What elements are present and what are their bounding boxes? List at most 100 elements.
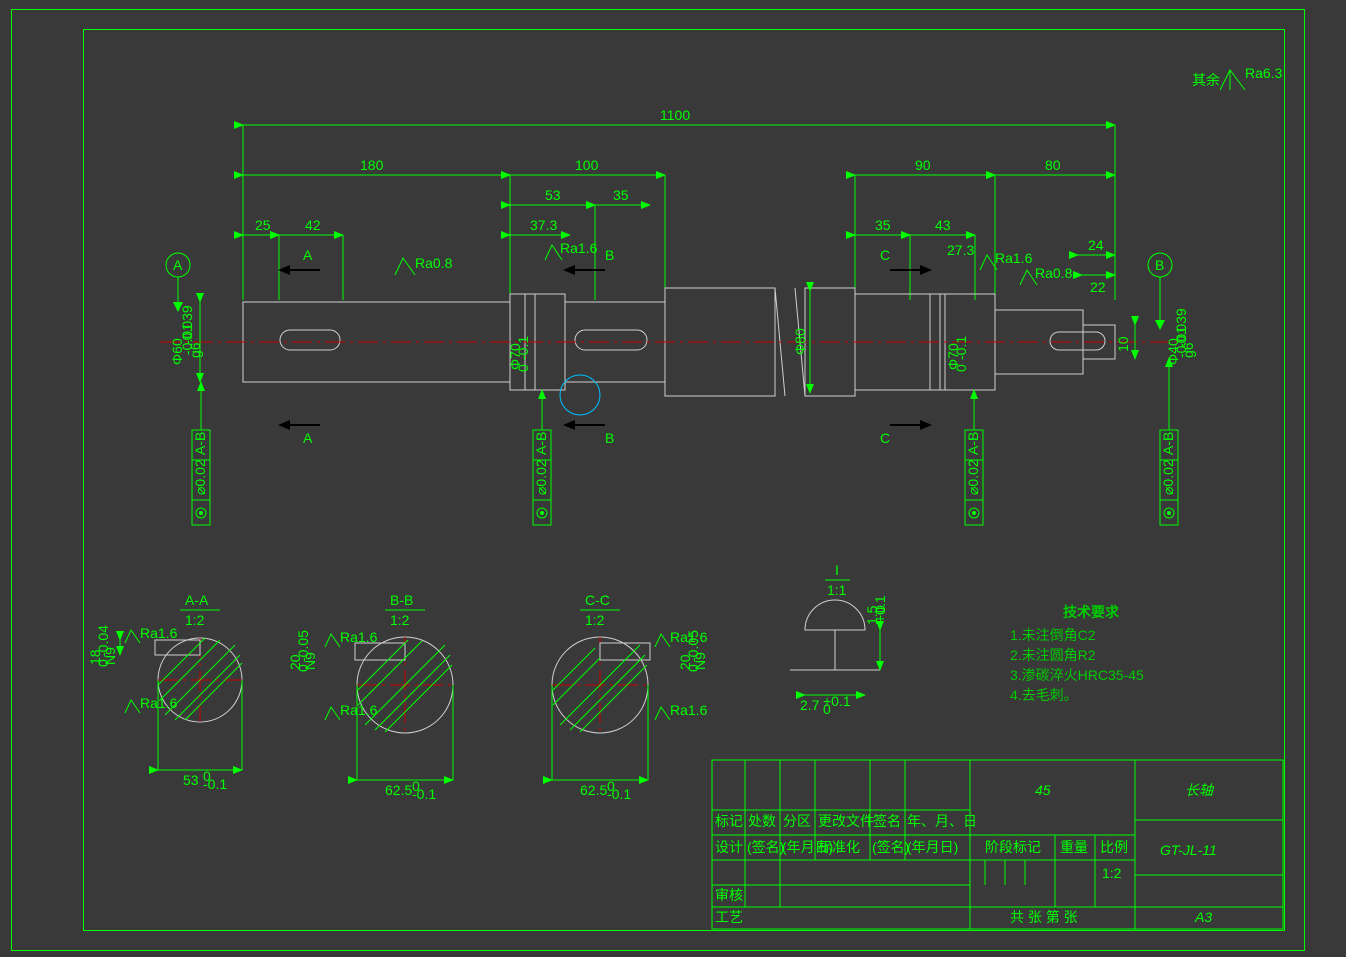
dia-mid: Φ70 0 -0.1	[507, 336, 531, 372]
gtol-3: ⌀0.02 A-B	[965, 390, 983, 525]
svg-text:0: 0	[872, 605, 888, 613]
svg-text:-0.1: -0.1	[203, 776, 227, 792]
section-cc: C-C 1:2 20 0 -0.05 N9 Ra1.6 Ra1.6 62.5 0…	[552, 592, 708, 802]
svg-text:37.3: 37.3	[530, 217, 557, 233]
dim-35-43: 35 43	[855, 217, 975, 300]
svg-text:处数: 处数	[748, 813, 776, 829]
svg-text:Ra6.3: Ra6.3	[1245, 65, 1283, 81]
svg-text:重量: 重量	[1060, 839, 1088, 855]
svg-text:Ra1.6: Ra1.6	[670, 629, 708, 645]
svg-text:180: 180	[360, 157, 384, 173]
dia-70: Φ70 0 -0.1	[945, 336, 969, 372]
dim-24-22: 24 22	[1078, 237, 1115, 295]
svg-text:技术要求: 技术要求	[1063, 604, 1120, 620]
svg-text:35: 35	[875, 217, 891, 233]
svg-text:-0.039: -0.039	[179, 305, 195, 345]
svg-text:A: A	[303, 430, 313, 446]
svg-text:Ra1.6: Ra1.6	[670, 702, 708, 718]
svg-text:0: 0	[823, 701, 831, 717]
svg-text:其余: 其余	[1192, 72, 1220, 88]
title-block: 标记 处数 分区 更改文件 签名 年、月、日 设计 (签名) (年月日) 标准化…	[712, 760, 1283, 929]
svg-text:A: A	[173, 257, 183, 273]
svg-text:3.渗碳淬火HRC35-45: 3.渗碳淬火HRC35-45	[1010, 667, 1144, 683]
svg-text:A-B: A-B	[533, 432, 549, 455]
dim-overall: 1100	[243, 107, 1115, 300]
svg-text:2.未注圆角R2: 2.未注圆角R2	[1010, 647, 1096, 663]
svg-text:N9: N9	[692, 652, 708, 670]
svg-text:Ra0.8: Ra0.8	[1035, 265, 1073, 281]
svg-text:1:1: 1:1	[827, 582, 847, 598]
svg-text:标准化: 标准化	[818, 839, 860, 855]
tech-requirements: 技术要求 1.未注倒角C2 2.未注圆角R2 3.渗碳淬火HRC35-45 4.…	[1010, 604, 1144, 703]
svg-text:A-B: A-B	[965, 432, 981, 455]
svg-text:N9: N9	[302, 652, 318, 670]
svg-text:Ra1.6: Ra1.6	[560, 240, 598, 256]
svg-text:80: 80	[1045, 157, 1061, 173]
detail-i-marker	[560, 375, 600, 415]
svg-text:Ra1.6: Ra1.6	[140, 625, 178, 641]
svg-text:A: A	[303, 247, 313, 263]
svg-text:1.未注倒角C2: 1.未注倒角C2	[1010, 627, 1096, 643]
svg-text:工艺: 工艺	[715, 909, 743, 925]
svg-text:更改文件: 更改文件	[818, 813, 874, 829]
svg-text:g6: g6	[187, 342, 203, 358]
svg-text:⌀0.02: ⌀0.02	[965, 459, 981, 495]
svg-text:1:2: 1:2	[585, 612, 605, 628]
svg-text:53: 53	[545, 187, 561, 203]
svg-text:A-A: A-A	[185, 592, 209, 608]
surface-finish-default: 其余 Ra6.3	[1192, 65, 1283, 90]
gtol-1: ⌀0.02 A-B	[192, 382, 210, 525]
svg-text:C: C	[880, 247, 890, 263]
dim-273: 27.3	[947, 242, 974, 258]
svg-text:C-C: C-C	[585, 592, 610, 608]
svg-text:I: I	[835, 562, 839, 578]
svg-text:共 张 第 张: 共 张 第 张	[1010, 909, 1078, 925]
datum-b: B	[1148, 253, 1172, 330]
svg-text:标记: 标记	[715, 813, 743, 829]
section-bb: B-B 1:2 20 0 -0.05 N9 Ra1.6 Ra1.6 62.5 0…	[287, 592, 453, 802]
datum-a: A	[166, 253, 190, 312]
svg-text:0: 0	[515, 364, 531, 372]
svg-text:⌀0.02: ⌀0.02	[192, 459, 208, 495]
svg-text:⌀0.02: ⌀0.02	[533, 459, 549, 495]
svg-text:1:2: 1:2	[1102, 865, 1122, 881]
svg-text:比例: 比例	[1100, 839, 1128, 855]
svg-text:Ra1.6: Ra1.6	[995, 250, 1033, 266]
svg-text:1:2: 1:2	[185, 612, 205, 628]
svg-text:35: 35	[613, 187, 629, 203]
svg-text:Ra1.6: Ra1.6	[140, 695, 178, 711]
svg-text:B: B	[1155, 257, 1164, 273]
gtol-2: ⌀0.02 A-B	[533, 390, 551, 525]
svg-text:43: 43	[935, 217, 951, 233]
svg-text:Φ80: Φ80	[792, 328, 808, 355]
svg-text:-0.1: -0.1	[412, 786, 436, 802]
svg-text:25: 25	[255, 217, 271, 233]
svg-text:-0.039: -0.039	[1173, 308, 1189, 348]
svg-text:C: C	[880, 430, 890, 446]
svg-text:A3: A3	[1194, 909, 1212, 925]
svg-text:Ra1.6: Ra1.6	[340, 629, 378, 645]
svg-text:(年月日): (年月日)	[907, 839, 958, 855]
dim-25-42: 25 42	[243, 217, 343, 300]
dim-180: 180	[243, 157, 510, 295]
svg-text:长轴: 长轴	[1185, 782, 1215, 798]
svg-text:45: 45	[1035, 782, 1051, 798]
svg-text:1100: 1100	[660, 107, 690, 123]
svg-text:N9: N9	[102, 647, 118, 665]
svg-text:-0.1: -0.1	[607, 786, 631, 802]
svg-text:-0.1: -0.1	[953, 336, 969, 360]
svg-text:A-B: A-B	[1160, 432, 1176, 455]
svg-text:10: 10	[1115, 336, 1131, 352]
svg-text:⌀0.02: ⌀0.02	[1160, 459, 1176, 495]
svg-text:90: 90	[915, 157, 931, 173]
svg-text:分区: 分区	[783, 813, 811, 829]
dim-35: 35	[595, 187, 650, 205]
svg-text:GT-JL-11: GT-JL-11	[1160, 842, 1217, 858]
svg-text:100: 100	[575, 157, 599, 173]
svg-text:Ra1.6: Ra1.6	[340, 702, 378, 718]
svg-text:2.7: 2.7	[800, 697, 820, 713]
svg-text:设计: 设计	[715, 839, 743, 855]
svg-text:B: B	[605, 247, 614, 263]
gtol-4: ⌀0.02 A-B	[1160, 358, 1178, 525]
svg-text:22: 22	[1090, 279, 1106, 295]
